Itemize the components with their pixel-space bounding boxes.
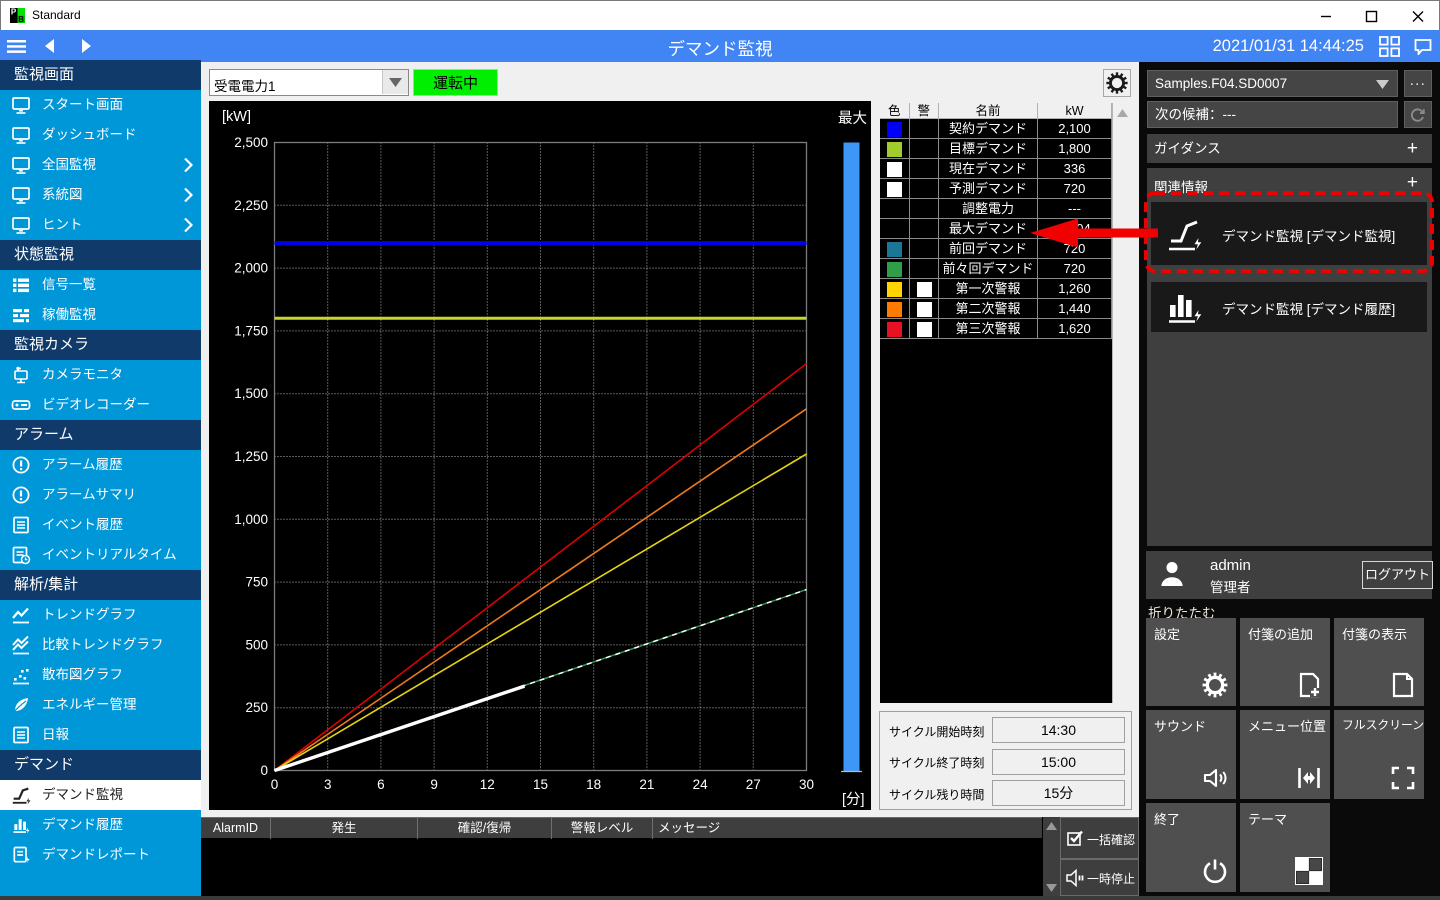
svg-text:3: 3 bbox=[324, 777, 332, 792]
svg-text:27: 27 bbox=[746, 777, 761, 792]
svg-text:12: 12 bbox=[480, 777, 495, 792]
svg-text:2,250: 2,250 bbox=[234, 198, 268, 213]
svg-text:15: 15 bbox=[533, 777, 548, 792]
svg-text:1,500: 1,500 bbox=[234, 386, 268, 401]
svg-text:0: 0 bbox=[271, 777, 279, 792]
svg-text:24: 24 bbox=[693, 777, 709, 792]
svg-text:21: 21 bbox=[639, 777, 654, 792]
svg-text:1,250: 1,250 bbox=[234, 449, 268, 464]
svg-text:1,000: 1,000 bbox=[234, 512, 268, 527]
svg-text:2,000: 2,000 bbox=[234, 261, 268, 276]
svg-text:30: 30 bbox=[799, 777, 814, 792]
svg-text:1,750: 1,750 bbox=[234, 323, 268, 338]
svg-text:750: 750 bbox=[245, 575, 268, 590]
svg-text:18: 18 bbox=[586, 777, 601, 792]
svg-text:B: B bbox=[18, 15, 24, 23]
svg-text:6: 6 bbox=[377, 777, 385, 792]
svg-text:250: 250 bbox=[245, 700, 268, 715]
svg-text:P: P bbox=[11, 8, 17, 17]
svg-text:2,500: 2,500 bbox=[234, 135, 268, 150]
svg-text:9: 9 bbox=[430, 777, 438, 792]
svg-text:500: 500 bbox=[245, 637, 268, 652]
svg-text:0: 0 bbox=[260, 763, 268, 778]
